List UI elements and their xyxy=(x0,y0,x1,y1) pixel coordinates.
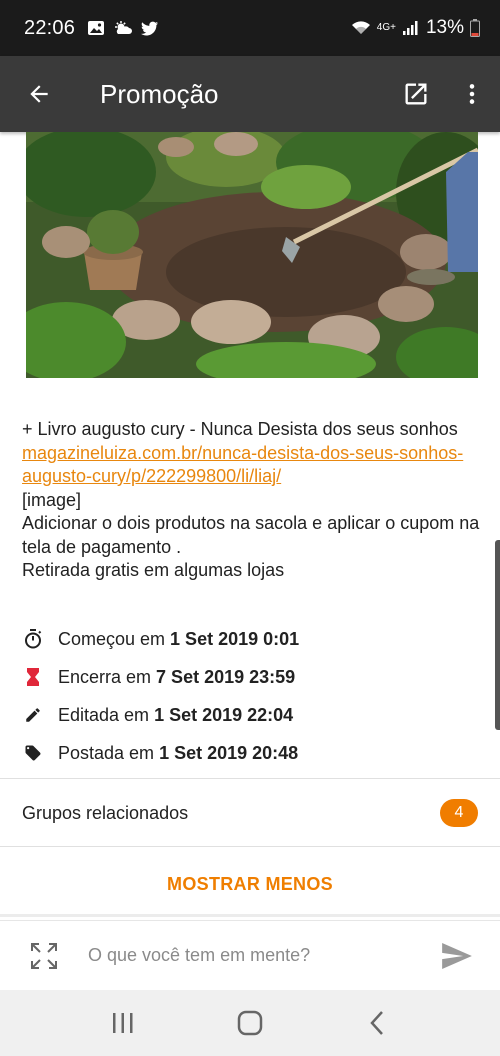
page-title: Promoção xyxy=(100,78,219,109)
system-nav-bar xyxy=(0,990,500,1056)
app-bar: Promoção xyxy=(0,56,500,132)
weather-icon xyxy=(115,21,133,34)
garden-photo xyxy=(26,132,478,378)
description-text: + Livro augusto cury - Nunca Desista dos… xyxy=(22,419,458,439)
expand-button[interactable] xyxy=(0,921,88,991)
promotion-content: + Livro augusto cury - Nunca Desista dos… xyxy=(0,132,500,918)
scroll-indicator[interactable] xyxy=(495,540,500,730)
home-button[interactable] xyxy=(215,990,285,1056)
send-button[interactable] xyxy=(414,921,500,991)
meta-started: Começou em 1 Set 2019 0:01 xyxy=(22,620,482,658)
ends-value: 7 Set 2019 23:59 xyxy=(156,666,296,687)
home-icon xyxy=(237,1010,263,1036)
tag-icon xyxy=(22,742,44,764)
twitter-icon xyxy=(141,21,159,35)
meta-ends: Encerra em 7 Set 2019 23:59 xyxy=(22,658,482,696)
more-vert-icon xyxy=(469,84,475,104)
timer-icon xyxy=(22,628,44,650)
app-bar-actions xyxy=(388,56,500,132)
edited-value: 1 Set 2019 22:04 xyxy=(154,704,294,725)
send-icon xyxy=(442,942,472,969)
fullscreen-icon xyxy=(31,942,57,969)
status-bar: 22:06 4G+ 13% xyxy=(0,0,500,56)
more-options-button[interactable] xyxy=(444,56,500,132)
divider xyxy=(0,846,500,847)
divider xyxy=(0,914,500,917)
meta-posted: Postada em 1 Set 2019 20:48 xyxy=(22,734,482,772)
promotion-meta: Começou em 1 Set 2019 0:01 Encerra em 7 Se… xyxy=(22,620,482,772)
pickup-text: Retirada gratis em algumas lojas xyxy=(22,560,285,580)
battery-icon xyxy=(470,19,480,37)
comment-bar xyxy=(0,920,500,990)
groups-count-badge: 4 xyxy=(440,799,478,827)
back-chevron-icon xyxy=(369,1011,383,1035)
open-in-new-icon xyxy=(405,83,427,105)
image-tag: [image] xyxy=(22,489,82,510)
ends-label: Encerra em xyxy=(58,666,152,687)
promotion-image[interactable] xyxy=(26,132,478,378)
network-type: 4G+ xyxy=(376,22,396,33)
divider xyxy=(0,778,500,779)
instructions-text: Adicionar o dois produtos na sacola e ap… xyxy=(22,513,480,557)
started-value: 1 Set 2019 0:01 xyxy=(170,628,300,649)
status-right: 4G+ 13% xyxy=(351,17,480,39)
notification-icons xyxy=(87,20,159,36)
gallery-icon xyxy=(88,21,105,35)
back-nav-button[interactable] xyxy=(342,990,412,1056)
recents-icon xyxy=(113,1013,133,1033)
status-time: 22:06 xyxy=(24,16,76,39)
hourglass-icon xyxy=(22,666,44,688)
pencil-icon xyxy=(22,704,44,726)
back-button[interactable] xyxy=(0,56,78,132)
related-groups-label: Grupos relacionados xyxy=(22,802,189,823)
started-label: Começou em xyxy=(58,628,166,649)
battery-percent: 13% xyxy=(425,17,464,38)
edited-label: Editada em xyxy=(58,704,150,725)
open-external-button[interactable] xyxy=(388,56,444,132)
wifi-icon xyxy=(351,21,370,34)
related-groups-row[interactable]: Grupos relacionados 4 xyxy=(22,788,478,838)
signal-icon xyxy=(402,21,418,35)
promotion-description: + Livro augusto cury - Nunca Desista dos… xyxy=(22,418,482,583)
recents-button[interactable] xyxy=(88,990,158,1056)
arrow-back-icon xyxy=(30,85,48,103)
posted-label: Postada em xyxy=(58,742,155,763)
product-link[interactable]: magazineluiza.com.br/nunca-desista-dos-s… xyxy=(22,443,463,487)
comment-input[interactable] xyxy=(88,930,414,981)
posted-value: 1 Set 2019 20:48 xyxy=(159,742,299,763)
show-less-button[interactable]: MOSTRAR MENOS xyxy=(0,858,500,910)
meta-edited: Editada em 1 Set 2019 22:04 xyxy=(22,696,482,734)
